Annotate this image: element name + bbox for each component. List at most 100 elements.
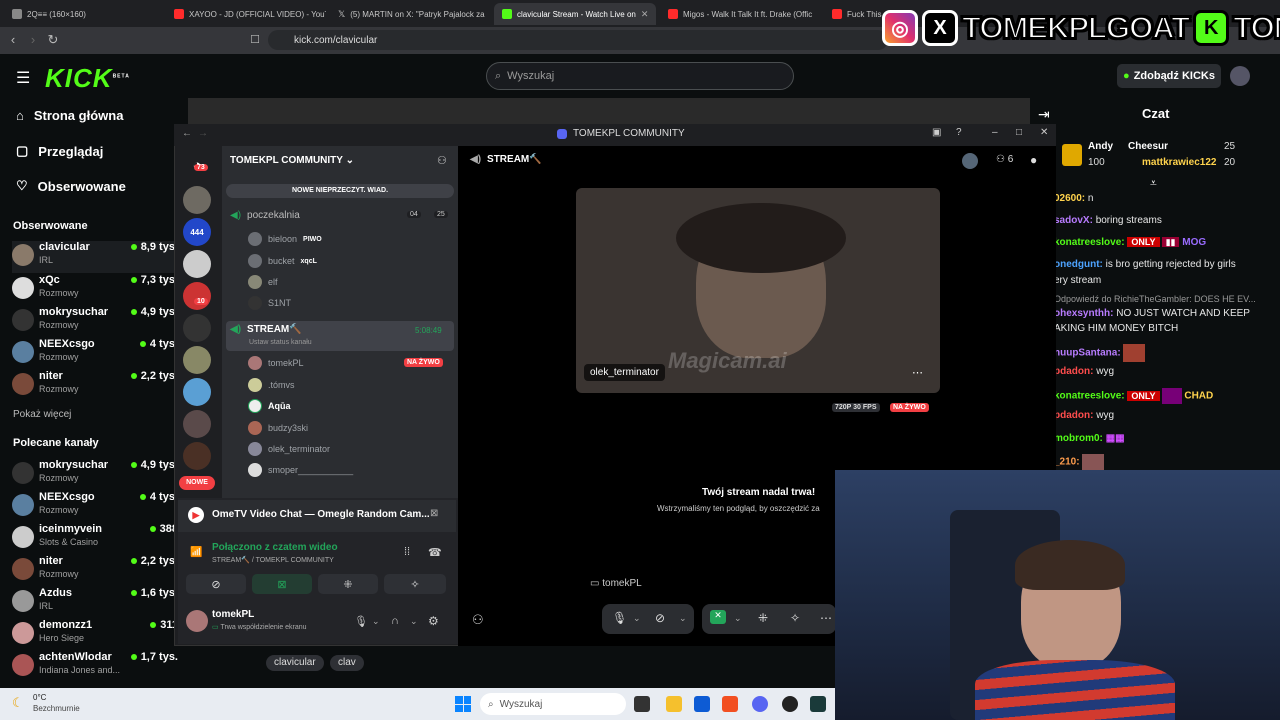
microphone-icon[interactable]: 🎙	[612, 611, 627, 625]
windows-start-icon[interactable]	[455, 696, 471, 712]
app-icon[interactable]	[810, 696, 826, 712]
server-icon[interactable]	[183, 314, 211, 342]
help-icon[interactable]: ?	[956, 127, 962, 138]
followed-channel[interactable]: xQc Rozmowy 7,3 tys.	[12, 274, 178, 306]
new-messages-pill[interactable]: NOWE	[179, 476, 215, 490]
menu-icon[interactable]: ☰	[16, 68, 30, 88]
back-icon[interactable]: ‹	[4, 31, 22, 49]
followed-channel[interactable]: niter Rozmowy 2,2 tys.	[12, 370, 178, 402]
voice-user[interactable]: bucket xqcL	[248, 254, 317, 268]
avatar[interactable]	[1230, 66, 1250, 86]
server-icon[interactable]: 444	[183, 218, 211, 246]
followed-channel[interactable]: NEEXcsgo Rozmowy 4 tys.	[12, 338, 178, 370]
screen-share-icon[interactable]: ✕	[710, 610, 726, 624]
server-icon[interactable]	[183, 186, 211, 214]
url-field[interactable]: kick.com/clavicular	[268, 30, 888, 50]
server-icon[interactable]	[183, 410, 211, 438]
browser-tab-active[interactable]: clavicular Stream - Watch Live on ✕	[494, 3, 656, 25]
soundboard-button[interactable]: ✧	[384, 574, 446, 594]
voice-user[interactable]: elf	[248, 275, 278, 289]
get-kicks-button[interactable]: ● Zdobądź KICKs	[1117, 64, 1221, 88]
browser-tab[interactable]: Migos - Walk It Talk It ft. Drake (Offic	[660, 3, 820, 25]
server-icon[interactable]	[183, 442, 211, 470]
recommended-channel[interactable]: niter Rozmowy 2,2 tys.	[12, 555, 178, 587]
inbox-icon[interactable]: ▣	[932, 127, 941, 138]
voice-waveform-icon[interactable]: ⁞⁞	[404, 546, 410, 558]
server-icon[interactable]	[183, 346, 211, 374]
voice-user[interactable]: budzy3ski	[248, 421, 308, 435]
participants-count[interactable]: ⚇ 6	[996, 154, 1013, 165]
soundboard-icon[interactable]: ✧	[790, 611, 800, 625]
more-options-icon[interactable]: ⋯	[912, 366, 923, 379]
close-tab-icon[interactable]: ✕	[641, 9, 649, 20]
recommended-channel[interactable]: iceinmyvein Slots & Casino 388	[12, 523, 178, 555]
browser-tab[interactable]: 2Q≡≡ (160×160)	[4, 3, 164, 25]
recommended-channel[interactable]: mokrysuchar Rozmowy 4,9 tys.	[12, 459, 178, 491]
activities-button[interactable]: ⁜	[318, 574, 378, 594]
avatar[interactable]	[962, 153, 978, 169]
voice-user[interactable]: olek_terminator	[248, 442, 330, 456]
server-icon[interactable]	[183, 250, 211, 278]
browser-tab[interactable]: XAYOO - JD (OFFICIAL VIDEO) - YouT	[166, 3, 326, 25]
unread-banner[interactable]: NOWE NIEPRZECZYT. WIAD.	[226, 184, 454, 198]
followed-channel[interactable]: clavicular IRL 8,9 tys.	[12, 241, 178, 273]
voice-user[interactable]: .tómvs	[248, 378, 295, 392]
recommended-channel[interactable]: Azdus IRL 1,6 tys.	[12, 587, 178, 619]
activities-icon[interactable]: ⁜	[758, 611, 768, 625]
chevron-down-icon[interactable]: ⌄	[679, 613, 687, 624]
camera-off-icon[interactable]: ⊘	[655, 611, 665, 625]
server-icon[interactable]	[183, 378, 211, 406]
server-name-dropdown[interactable]: TOMEKPL COMMUNITY ⌄	[230, 155, 354, 166]
browser-tab[interactable]: 𝕏 (5) MARTIN on X: "Patryk Pajalock za	[330, 3, 490, 25]
add-person-icon[interactable]: ⚇	[472, 612, 484, 628]
close-icon[interactable]: ✕	[1040, 127, 1048, 138]
chevron-down-icon[interactable]: ⩡	[1150, 176, 1157, 191]
server-icon[interactable]	[183, 282, 211, 310]
discord-icon[interactable]	[752, 696, 768, 712]
video-tile[interactable]: Magicam.ai olek_terminator ⋯	[576, 188, 940, 393]
nav-browse[interactable]: ▢ Przeglądaj	[16, 143, 103, 159]
recommended-channel[interactable]: achtenWlodar Indiana Jones and... 1,7 tys.	[12, 651, 178, 683]
add-member-icon[interactable]: ⚇	[437, 154, 447, 167]
chevron-down-icon[interactable]: ⌄	[372, 616, 380, 627]
minimize-icon[interactable]: –	[992, 127, 998, 138]
avatar[interactable]	[186, 610, 208, 632]
voice-user-speaking[interactable]: Aqūa	[248, 399, 291, 413]
forward-arrow-icon[interactable]: →	[198, 128, 208, 139]
reload-icon[interactable]: ↻	[44, 31, 62, 49]
voice-user[interactable]: S1NT	[248, 296, 291, 310]
voice-user[interactable]: bieloon PIWO	[248, 232, 322, 246]
screen-share-button[interactable]: ⊠	[252, 574, 312, 594]
collapse-chat-icon[interactable]: ⇥	[1038, 106, 1050, 123]
taskbar-search[interactable]: ⌕ Wyszukaj	[480, 693, 626, 715]
microphone-icon[interactable]: 🎙	[354, 615, 368, 628]
stream-tag[interactable]: clavicular	[266, 655, 324, 671]
kick-logo[interactable]: KICKBETA	[45, 63, 130, 94]
recommended-channel[interactable]: NEEXcsgo Rozmowy 4 tys.	[12, 491, 178, 523]
chevron-down-icon[interactable]: ⌄	[633, 613, 641, 624]
set-channel-status[interactable]: Ustaw status kanału	[249, 339, 312, 346]
voice-user[interactable]: tomekPL	[248, 356, 304, 370]
browser-tab[interactable]: Fuck This	[824, 3, 884, 25]
back-arrow-icon[interactable]: ←	[182, 128, 192, 139]
voice-channel-waiting[interactable]: ◀) poczekalnia	[230, 210, 300, 221]
headphones-icon[interactable]: ∩	[391, 615, 399, 627]
file-explorer-icon[interactable]	[666, 696, 682, 712]
connection-channel[interactable]: STREAM🔨 / TOMEKPL COMMUNITY	[212, 556, 334, 564]
camera-off-button[interactable]: ⊘	[186, 574, 246, 594]
voice-user[interactable]: smoper___________	[248, 463, 353, 477]
nav-following[interactable]: ♡ Obserwowane	[16, 178, 126, 194]
disconnect-icon[interactable]: ☎	[428, 546, 442, 559]
recommended-channel[interactable]: demonzz1 Hero Siege 311	[12, 619, 178, 651]
more-icon[interactable]: ⋯	[820, 611, 832, 625]
followed-channel[interactable]: mokrysuchar Rozmowy 4,9 tys.	[12, 306, 178, 338]
settings-gear-icon[interactable]: ⚙	[428, 614, 439, 628]
obs-icon[interactable]	[782, 696, 798, 712]
maximize-icon[interactable]: □	[1016, 127, 1022, 138]
search-input[interactable]: ⌕ Wyszukaj	[486, 62, 794, 90]
brave-icon[interactable]	[722, 696, 738, 712]
store-icon[interactable]	[694, 696, 710, 712]
show-more-link[interactable]: Pokaż więcej	[13, 409, 71, 420]
close-activity-icon[interactable]: ⊠	[430, 508, 438, 519]
forward-icon[interactable]: ›	[24, 31, 42, 49]
